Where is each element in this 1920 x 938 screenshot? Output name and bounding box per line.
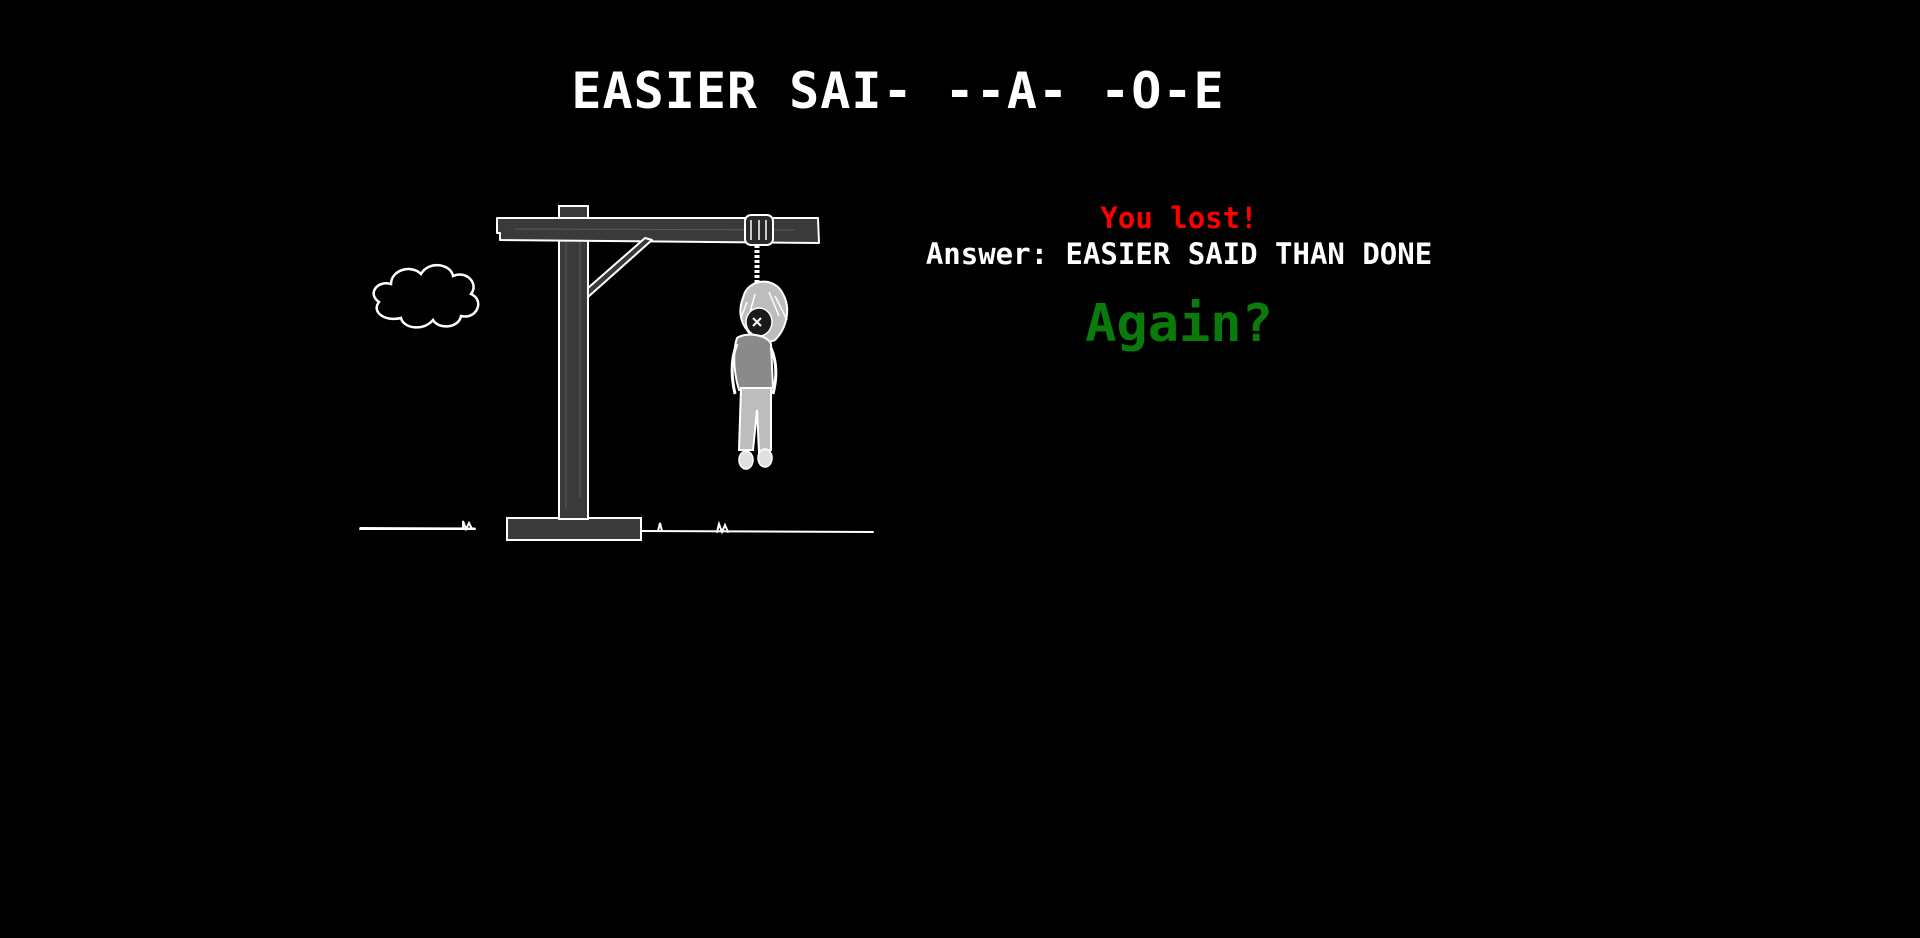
hangman-drawing [359,205,874,541]
answer-label: Answer: [925,237,1049,271]
answer-line: Answer: EASIER SAID THAN DONE [870,236,1488,272]
result-panel: You lost! Answer: EASIER SAID THAN DONE … [870,200,1488,356]
hanged-man-icon [730,214,789,470]
lost-message: You lost! [1100,201,1258,235]
answer-value: EASIER SAID THAN DONE [1065,237,1433,271]
again-button[interactable]: Again? [1085,292,1273,356]
cloud-icon [372,264,480,329]
hangman-game: EASIER SAI- --A- -O-E You lost! Answer: … [0,0,1920,938]
masked-phrase: EASIER SAI- --A- -O-E [571,62,1225,120]
